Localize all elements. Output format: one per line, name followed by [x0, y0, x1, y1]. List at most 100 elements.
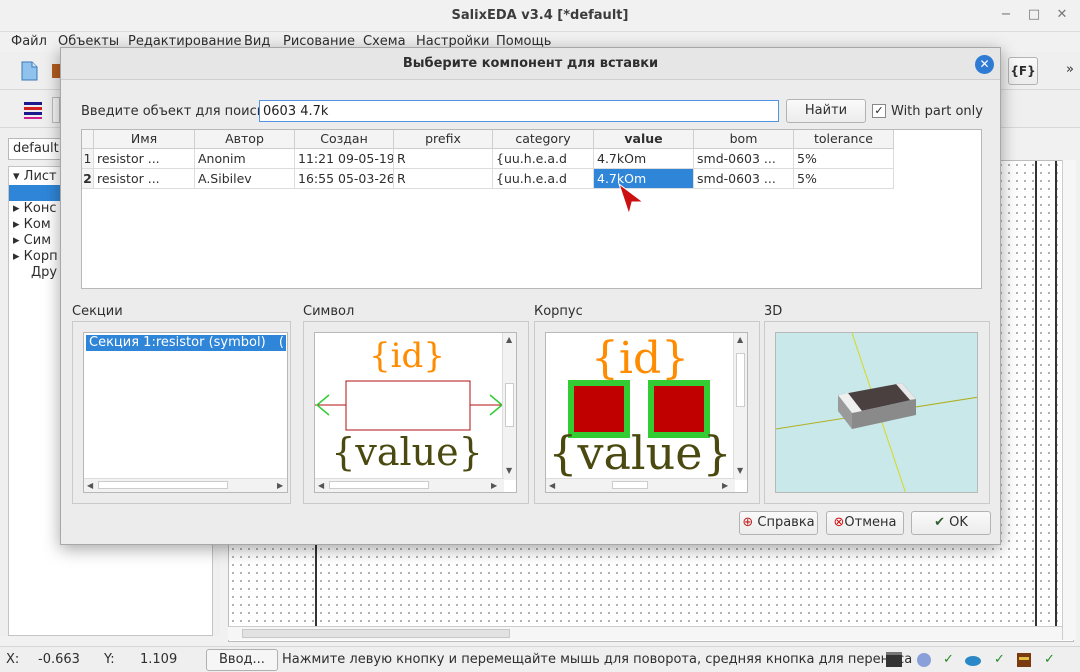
library-combo[interactable]: default — [8, 138, 68, 160]
package-vscroll[interactable]: ▲ ▼ — [733, 333, 747, 480]
tree-item[interactable]: ▾ Лист — [13, 169, 57, 184]
part-only-checkbox[interactable]: ✓ — [872, 104, 886, 118]
sections-hscroll[interactable]: ◀ ▶ — [84, 478, 287, 492]
y-value: 1.109 — [140, 652, 178, 667]
y-label: Y: — [104, 652, 115, 667]
results-table[interactable]: Имя Автор Создан prefix category value b… — [81, 129, 982, 289]
canvas-vertical-scrollbar[interactable] — [1062, 160, 1076, 640]
satellite-icon[interactable] — [915, 651, 933, 669]
header-corner — [82, 130, 94, 149]
cell-prefix[interactable]: R — [394, 169, 493, 189]
status-check-icon: ✓ — [994, 652, 1005, 667]
cell-author[interactable]: A.Sibilev — [195, 169, 295, 189]
canvas-frame-line — [1035, 161, 1037, 627]
window-titlebar: SalixEDA v3.4 [*default] − □ ✕ — [0, 0, 1080, 32]
header-bom[interactable]: bom — [694, 130, 794, 149]
header-prefix[interactable]: prefix — [394, 130, 493, 149]
part-only-label: With part only — [891, 104, 983, 119]
cell-name[interactable]: resistor ... — [94, 169, 195, 189]
film-icon[interactable] — [885, 651, 903, 669]
ok-button[interactable]: ✔ OK — [911, 511, 991, 535]
minimize-button[interactable]: − — [998, 7, 1014, 23]
package-preview[interactable]: {id} {value} ▲ ▼ ◀ ▶ — [545, 332, 748, 493]
toolbar-handle[interactable] — [52, 97, 60, 123]
cell-category[interactable]: {uu.h.e.a.d — [493, 169, 594, 189]
row-number: 2 — [82, 169, 94, 189]
row-number: 1 — [82, 149, 94, 169]
symbol-pane: {id} {value} ▲ ▼ ◀ ▶ — [303, 321, 529, 504]
find-button[interactable]: Найти — [786, 99, 866, 123]
package-value-text: {value} — [548, 426, 732, 480]
cell-created[interactable]: 16:55 05-03-26 — [295, 169, 394, 189]
tree-item[interactable]: ▸ Сим — [13, 233, 51, 248]
mouse-cursor-icon — [618, 182, 645, 216]
status-check-icon: ✓ — [943, 652, 954, 667]
tree-item[interactable]: ▸ Конс — [13, 201, 57, 216]
window-title: SalixEDA v3.4 [*default] — [451, 8, 629, 23]
sections-label: Секции — [72, 304, 123, 319]
lifebuoy-icon: ⊕ — [742, 515, 754, 530]
cell-name[interactable]: resistor ... — [94, 149, 195, 169]
package-footprint-drawing: {id} {value} — [548, 333, 732, 480]
status-bar: X: -0.663 Y: 1.109 Ввод... Нажмите левую… — [0, 646, 1080, 672]
cell-created[interactable]: 11:21 09-05-19 — [295, 149, 394, 169]
header-value[interactable]: value — [594, 130, 694, 149]
maximize-button[interactable]: □ — [1026, 7, 1042, 23]
tree-item[interactable]: Дру — [31, 265, 57, 280]
cancel-icon: ⊗ — [833, 515, 845, 530]
package-pane: {id} {value} ▲ ▼ ◀ ▶ — [534, 321, 760, 504]
header-name[interactable]: Имя — [94, 130, 195, 149]
cloud-icon[interactable] — [964, 651, 982, 669]
cancel-button[interactable]: ⊗Отмена — [826, 511, 904, 535]
dialog-titlebar: Выберите компонент для вставки ✕ — [61, 48, 1000, 80]
cell-tolerance[interactable]: 5% — [794, 169, 894, 189]
package-id-text: {id} — [591, 333, 689, 384]
help-button[interactable]: ⊕ Справка — [739, 511, 818, 535]
book-icon[interactable] — [1015, 651, 1033, 669]
dialog-close-icon[interactable]: ✕ — [975, 55, 994, 74]
cell-bom[interactable]: smd-0603 ... — [694, 149, 794, 169]
canvas-frame-line — [1055, 161, 1057, 627]
tree-item[interactable]: ▸ Корп — [13, 249, 58, 264]
ok-check-icon: ✔ — [934, 515, 945, 530]
symbol-label: Символ — [303, 304, 355, 319]
toolbar-overflow-icon[interactable]: » — [1066, 62, 1074, 77]
header-tolerance[interactable]: tolerance — [794, 130, 894, 149]
layers-icon[interactable] — [22, 99, 44, 121]
package-hscroll[interactable]: ◀ ▶ — [546, 478, 735, 492]
section-item[interactable]: Секция 1:resistor (symbol) ( — [86, 335, 286, 351]
header-created[interactable]: Создан — [295, 130, 394, 149]
sections-list[interactable]: Секция 1:resistor (symbol) ( ◀ ▶ — [83, 332, 288, 493]
menu-file[interactable]: Файл — [11, 34, 47, 49]
hscroll-thumb[interactable] — [242, 629, 510, 638]
cell-value[interactable]: 4.7kOm — [594, 149, 694, 169]
header-author[interactable]: Автор — [195, 130, 295, 149]
cell-bom[interactable]: smd-0603 ... — [694, 169, 794, 189]
symbol-vscroll[interactable]: ▲ ▼ — [502, 333, 516, 480]
search-input[interactable] — [259, 100, 779, 122]
function-f-button[interactable]: {F} — [1008, 57, 1038, 85]
symbol-preview[interactable]: {id} {value} ▲ ▼ ◀ ▶ — [314, 332, 517, 493]
tree-item[interactable]: ▸ Ком — [13, 217, 51, 232]
cell-category[interactable]: {uu.h.e.a.d — [493, 149, 594, 169]
symbol-value-text: {value} — [331, 430, 483, 474]
close-button[interactable]: ✕ — [1054, 7, 1070, 23]
x-label: X: — [6, 652, 20, 667]
header-category[interactable]: category — [493, 130, 594, 149]
input-button[interactable]: Ввод... — [206, 649, 278, 671]
status-check-icon: ✓ — [1044, 652, 1055, 667]
sections-pane: Секция 1:resistor (symbol) ( ◀ ▶ — [72, 321, 291, 504]
cell-author[interactable]: Anonim — [195, 149, 295, 169]
table-row[interactable]: 2 resistor ... A.Sibilev 16:55 05-03-26 … — [82, 169, 894, 189]
package-label: Корпус — [534, 304, 583, 319]
3d-viewport[interactable] — [775, 332, 978, 493]
cell-tolerance[interactable]: 5% — [794, 149, 894, 169]
symbol-hscroll[interactable]: ◀ ▶ — [315, 478, 504, 492]
dialog-title: Выберите компонент для вставки — [402, 56, 659, 71]
resistor-symbol-drawing: {id} {value} — [315, 336, 504, 474]
table-row[interactable]: 1 resistor ... Anonim 11:21 09-05-19 R {… — [82, 149, 894, 169]
canvas-horizontal-scrollbar[interactable] — [228, 626, 1062, 640]
new-file-icon[interactable] — [18, 60, 40, 82]
table-header: Имя Автор Создан prefix category value b… — [82, 130, 894, 149]
cell-prefix[interactable]: R — [394, 149, 493, 169]
